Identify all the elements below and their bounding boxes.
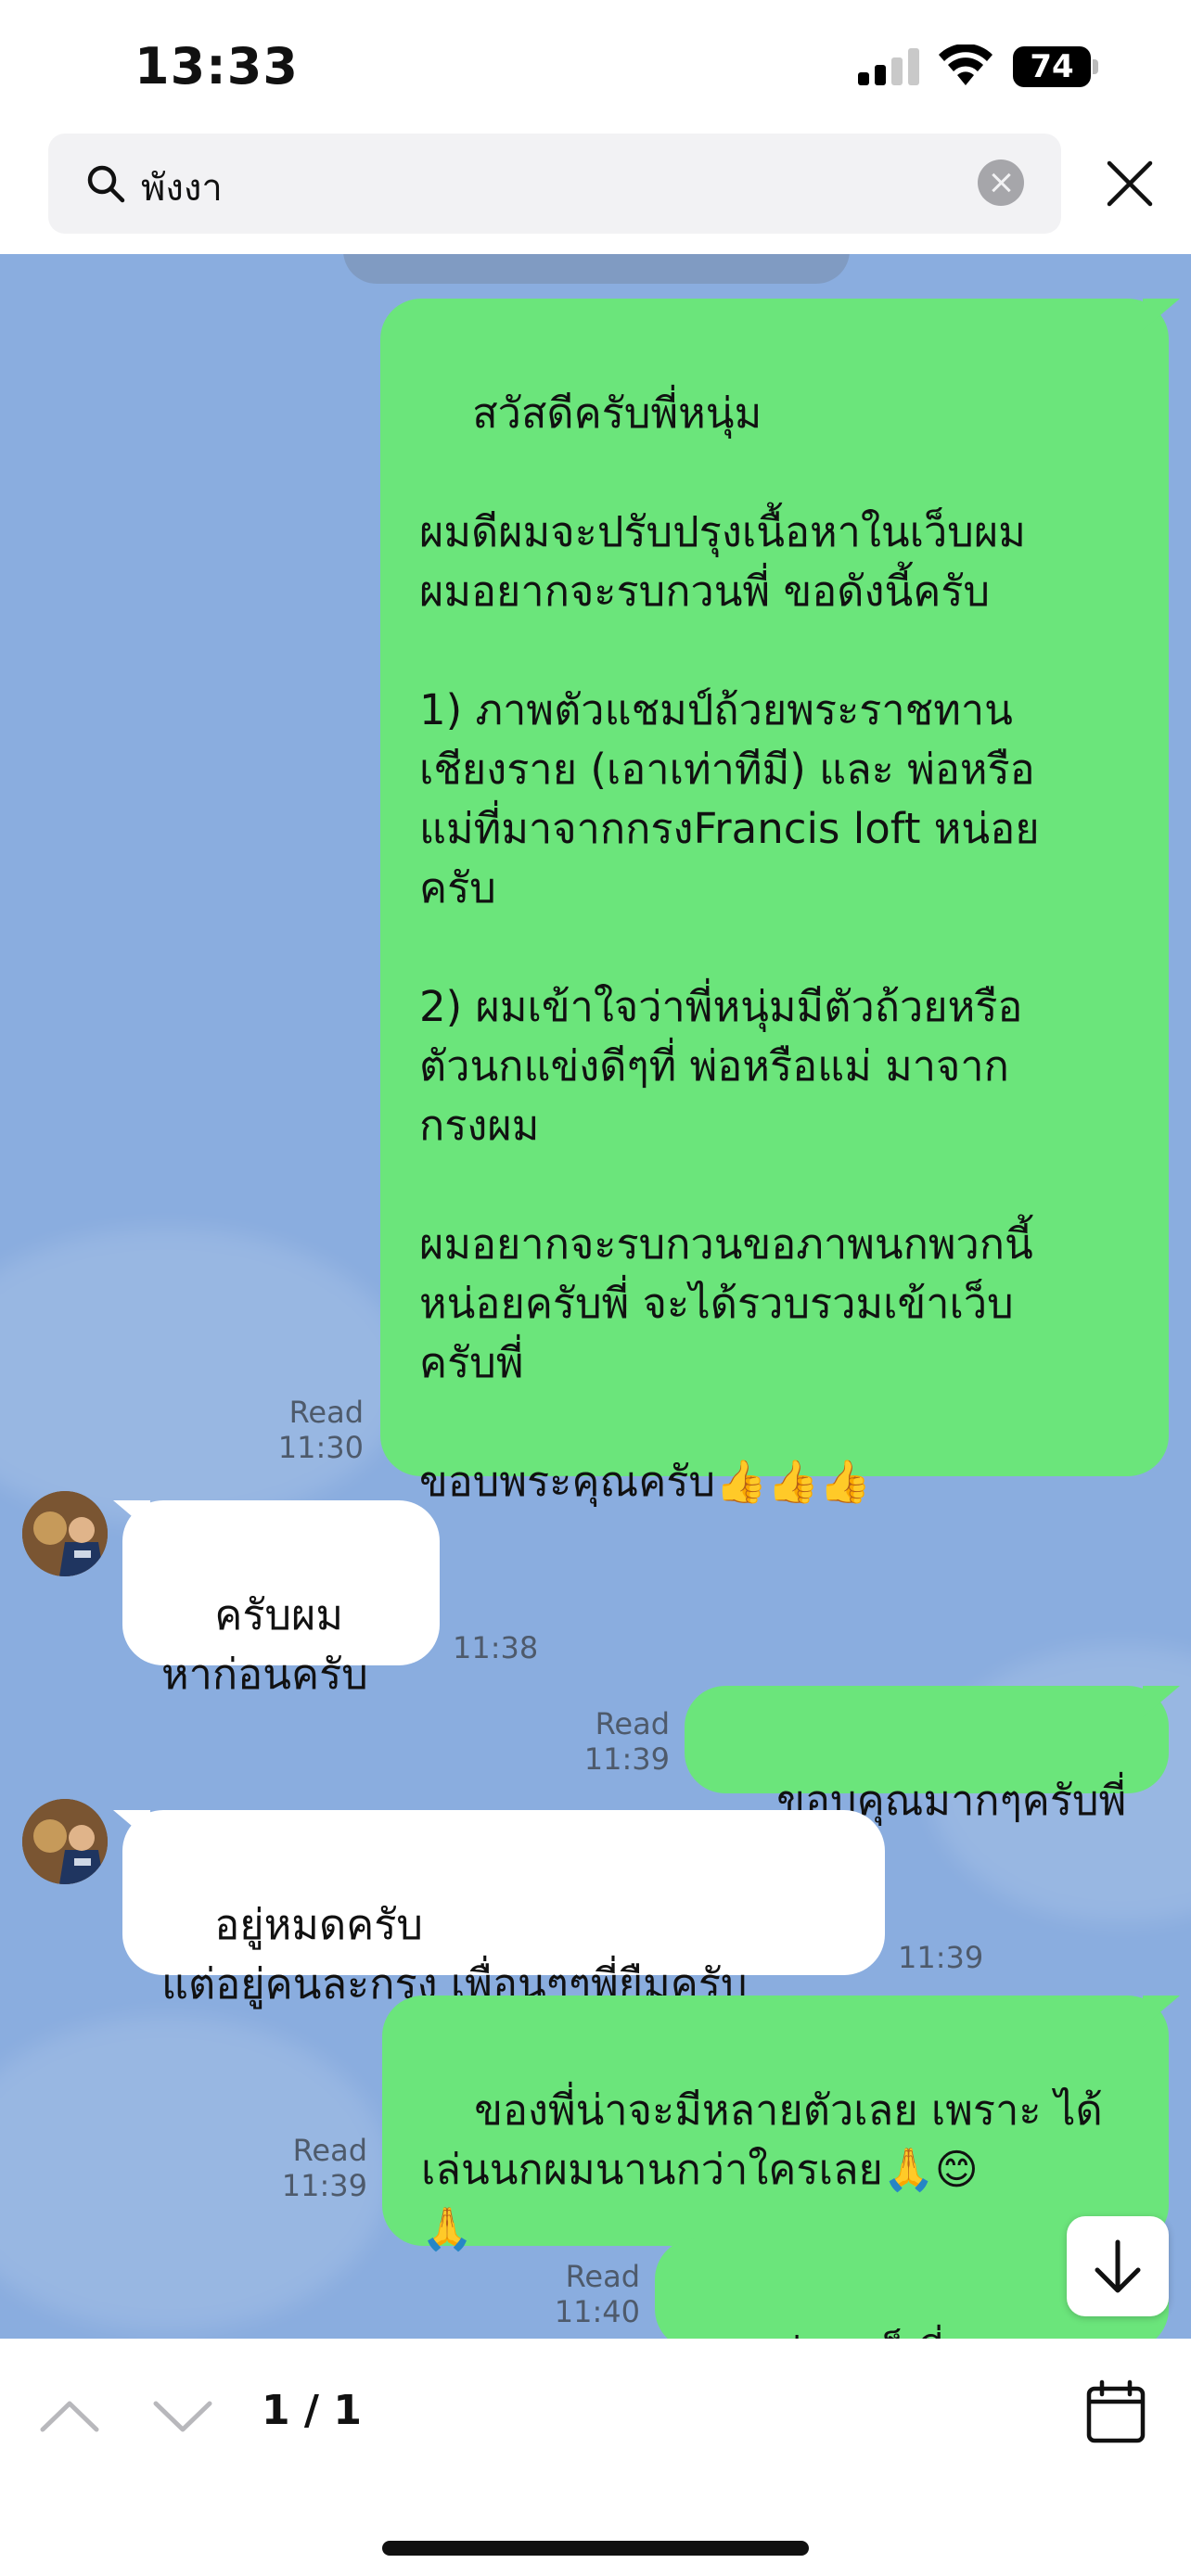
read-status: Read — [565, 2259, 640, 2294]
search-input[interactable]: พังงา — [48, 134, 1061, 234]
chevron-up-icon[interactable] — [37, 2392, 102, 2439]
wifi-icon — [939, 45, 992, 85]
chat-area[interactable]: สวัสดีครับพี่หนุ่ม ผมดีผมจะปรับปรุงเนื้อ… — [0, 254, 1191, 2339]
search-query: พังงา — [141, 167, 223, 210]
scroll-down-icon — [1095, 2239, 1141, 2293]
message-meta: Read 11:39 — [573, 1706, 670, 1777]
message-meta: Read 11:39 — [271, 2133, 367, 2203]
message-text: สวัสดีครับพี่หนุ่ม ผมดีผมจะปรับปรุงเนื้อ… — [419, 389, 1040, 1506]
read-status: Read — [595, 1706, 670, 1741]
result-count: 1 / 1 — [262, 2387, 362, 2434]
message-time: 11:39 — [583, 1741, 670, 1777]
chevron-down-icon[interactable] — [150, 2392, 215, 2439]
status-time: 13:33 — [134, 37, 299, 96]
close-icon[interactable] — [1102, 156, 1158, 211]
read-status: Read — [292, 2133, 367, 2168]
message-meta: Read 11:30 — [269, 1395, 364, 1465]
read-status: Read — [288, 1395, 364, 1430]
message-bubble-incoming[interactable]: ครับผม หาก่อนครับ — [122, 1500, 440, 1699]
message-bubble-incoming[interactable]: อยู่หมดครับ แต่อยู่คนละกรง เพื่อนๆๆพี่ยื… — [122, 1810, 885, 2009]
cellular-signal-icon — [858, 48, 919, 85]
battery-icon: 74 — [1013, 46, 1098, 87]
calendar-icon[interactable] — [1085, 2379, 1146, 2444]
message-time: 11:40 — [554, 2294, 640, 2329]
avatar[interactable] — [22, 1799, 108, 1884]
message-time: 11:39 — [898, 1940, 984, 1975]
avatar[interactable] — [22, 1491, 108, 1576]
message-bubble-outgoing[interactable]: ขอบคุณมากๆครับพี่ — [685, 1686, 1169, 1825]
search-header: พังงา — [0, 130, 1191, 254]
message-text: แค่ภาพก็เยี่ยมละค — [747, 2328, 1072, 2339]
message-text: อยู่หมดครับ แต่อยู่คนละกรง เพื่อนๆๆพี่ยื… — [161, 1900, 748, 2009]
date-separator — [343, 254, 850, 284]
clear-icon[interactable] — [978, 159, 1024, 206]
message-text: ครับผม หาก่อนครับ — [161, 1590, 368, 1699]
message-time: 11:30 — [277, 1430, 364, 1465]
battery-level: 74 — [1030, 48, 1074, 85]
message-text: ของพี่น่าจะมีหลายตัวเลย เพราะ ได้ เล่นนก… — [421, 2085, 1103, 2253]
message-time: 11:39 — [281, 2168, 367, 2203]
message-time: 11:38 — [453, 1630, 539, 1665]
search-icon — [87, 165, 125, 203]
message-meta: Read 11:40 — [544, 2259, 640, 2329]
scroll-down-button[interactable] — [1067, 2216, 1169, 2316]
status-bar: 13:33 74 — [0, 0, 1191, 130]
home-indicator[interactable] — [382, 2541, 809, 2556]
message-bubble-outgoing[interactable]: สวัสดีครับพี่หนุ่ม ผมดีผมจะปรับปรุงเนื้อ… — [380, 299, 1169, 1506]
search-result-bar: 1 / 1 — [0, 2339, 1191, 2576]
message-bubble-outgoing[interactable]: ของพี่น่าจะมีหลายตัวเลย เพราะ ได้ เล่นนก… — [382, 1996, 1169, 2253]
